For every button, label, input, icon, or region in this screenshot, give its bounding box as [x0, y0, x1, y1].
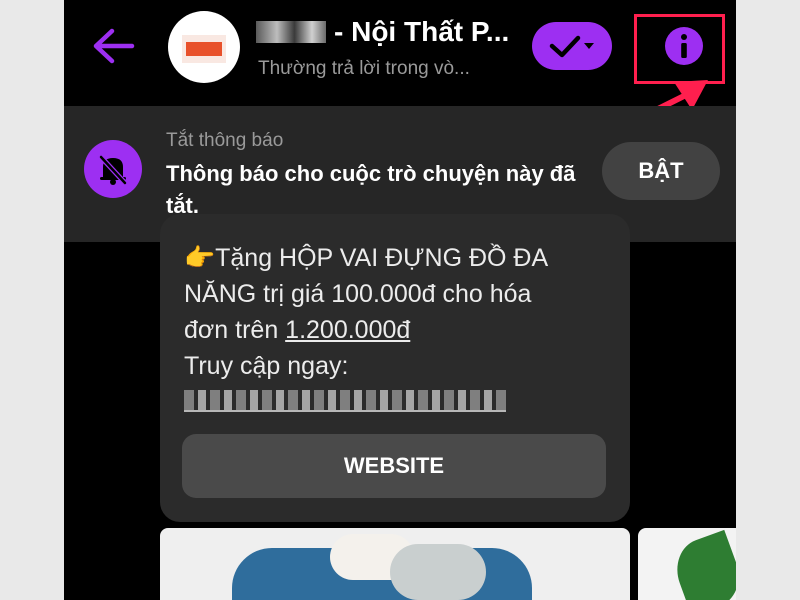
- message-text: 👉Tặng HỘP VAI ĐỰNG ĐỒ ĐA NĂNG trị giá 10…: [184, 240, 614, 422]
- avatar[interactable]: [168, 11, 240, 83]
- message-line-4: Truy cập ngay:: [184, 352, 349, 380]
- back-button[interactable]: [90, 26, 136, 66]
- notice-text: Thông báo cho cuộc trò chuyện này đã tắt…: [166, 161, 576, 218]
- message-line-3: đơn trên 1.200.000đ: [184, 312, 614, 348]
- chevron-down-icon: [584, 43, 594, 49]
- product-photo[interactable]: [160, 528, 630, 600]
- contact-name-text: - Nội Thất P...: [334, 16, 510, 47]
- brand-logo: [186, 42, 222, 56]
- unmute-button[interactable]: BẬT: [602, 142, 720, 200]
- contact-name[interactable]: - Nội Thất P...: [256, 16, 509, 48]
- website-button[interactable]: WEBSITE: [182, 434, 606, 498]
- quick-reaction-button[interactable]: [532, 22, 612, 70]
- reply-status: Thường trả lời trong vò...: [258, 58, 470, 79]
- product-photo-2[interactable]: [638, 528, 736, 600]
- message-line-2: NĂNG trị giá 100.000đ cho hóa: [184, 280, 532, 308]
- checkmark-icon: [549, 35, 594, 58]
- muted-notice-icon-wrap: [84, 140, 142, 198]
- notice-heading: Tắt thông báo: [166, 130, 284, 151]
- message-bubble: 👉Tặng HỘP VAI ĐỰNG ĐỒ ĐA NĂNG trị giá 10…: [160, 214, 630, 522]
- photo-slipper-gray: [390, 544, 486, 600]
- message-line-1: 👉Tặng HỘP VAI ĐỰNG ĐỒ ĐA: [184, 244, 549, 272]
- message-line-3-text: đơn trên: [184, 316, 286, 344]
- blurred-name: [256, 21, 326, 43]
- bell-off-icon: [98, 154, 128, 186]
- blurred-link[interactable]: [184, 390, 506, 412]
- messenger-screen: - Nội Thất P... Thường trả lời trong vò.…: [64, 0, 736, 600]
- price-threshold: 1.200.000đ: [285, 316, 411, 344]
- arrow-left-icon: [93, 28, 135, 64]
- photo-plant: [667, 529, 736, 600]
